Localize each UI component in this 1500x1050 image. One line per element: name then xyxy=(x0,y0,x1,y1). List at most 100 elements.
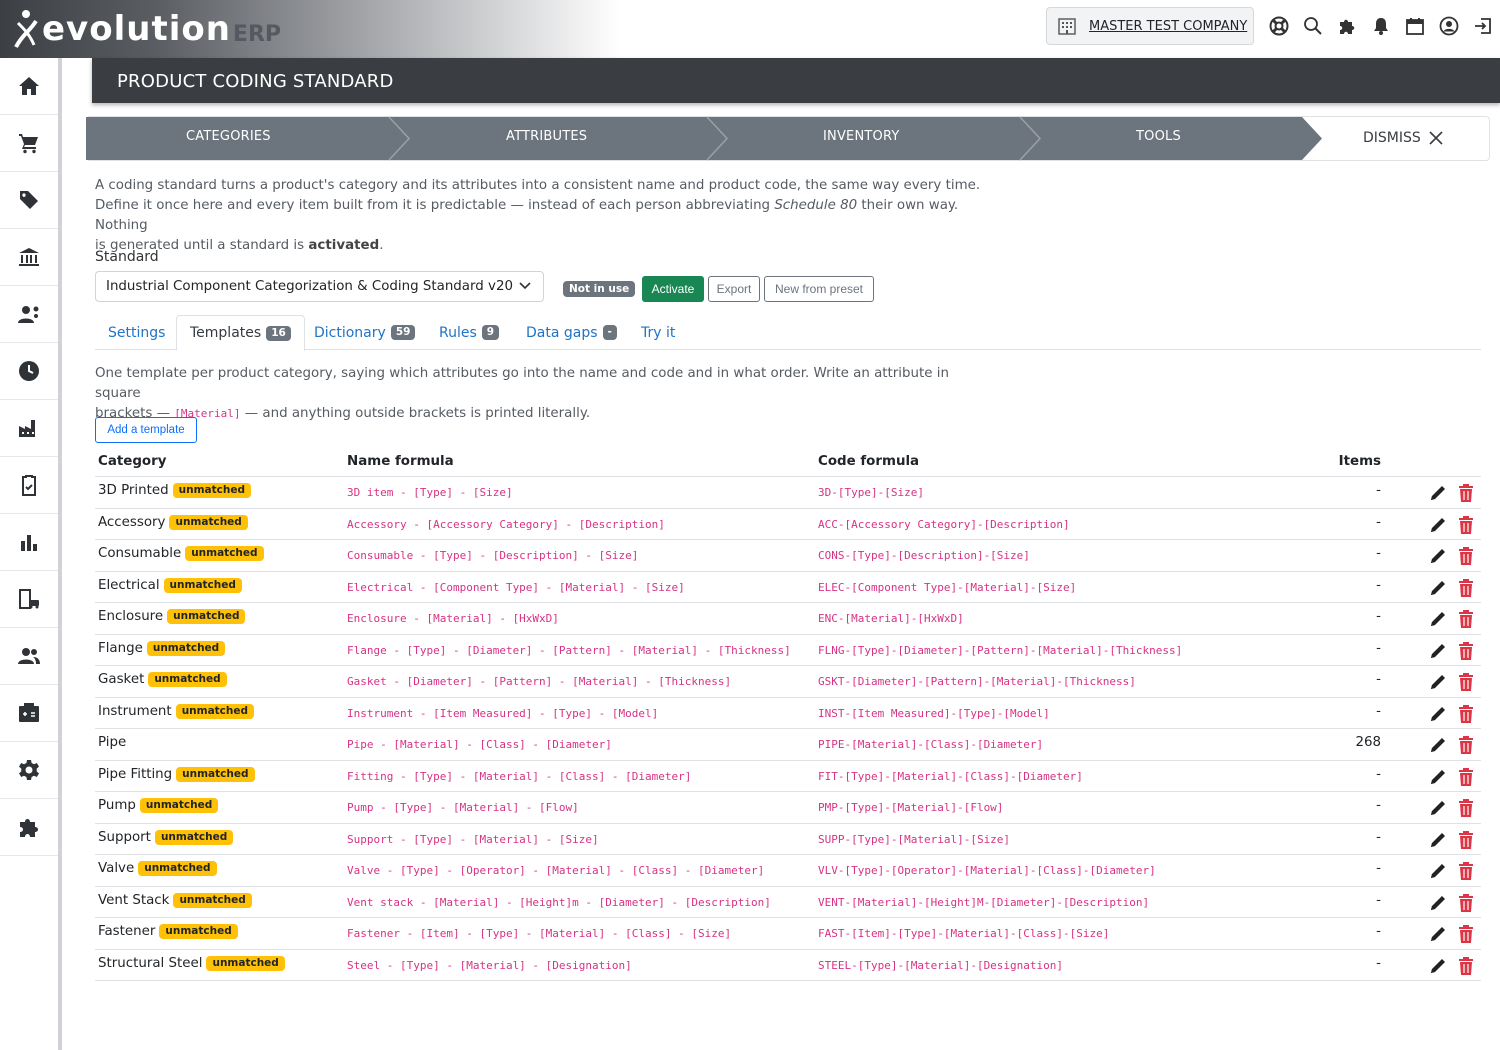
delete-trash-icon[interactable] xyxy=(1457,893,1475,913)
table-row[interactable]: Accessory unmatched Accessory - [Accessor… xyxy=(95,509,1481,540)
delete-trash-icon[interactable] xyxy=(1457,956,1475,976)
edit-pencil-icon[interactable] xyxy=(1428,861,1448,881)
lifebuoy-icon[interactable] xyxy=(1262,14,1296,38)
dna-logo-icon xyxy=(14,10,38,48)
table-row[interactable]: Pipe Pipe - [Material] - [Class] - [Diam… xyxy=(95,729,1481,761)
tab-settings[interactable]: Settings xyxy=(108,315,165,350)
calendar-icon[interactable] xyxy=(1398,14,1432,38)
delete-trash-icon[interactable] xyxy=(1457,704,1475,724)
step-tools[interactable]: TOOLS xyxy=(1136,129,1181,144)
step-categories[interactable]: CATEGORIES xyxy=(186,129,271,144)
table-row[interactable]: Fastener unmatched Fastener - [Item] - [T… xyxy=(95,918,1481,950)
step-inventory[interactable]: INVENTORY xyxy=(823,129,900,144)
user-circle-icon[interactable] xyxy=(1432,14,1466,38)
edit-pencil-icon[interactable] xyxy=(1428,830,1448,850)
sidebar-item-hr[interactable] xyxy=(0,286,58,343)
table-row[interactable]: Support unmatched Support - [Type] - [Mat… xyxy=(95,824,1481,855)
sidebar-item-products[interactable] xyxy=(0,172,58,229)
delete-trash-icon[interactable] xyxy=(1457,546,1475,566)
table-row[interactable]: Electrical unmatched Electrical - [Compon… xyxy=(95,572,1481,603)
delete-trash-icon[interactable] xyxy=(1457,609,1475,629)
delete-trash-icon[interactable] xyxy=(1457,924,1475,944)
col-items[interactable]: Items xyxy=(1339,454,1381,469)
sidebar-item-accounting[interactable] xyxy=(0,685,58,742)
company-selector[interactable]: MASTER TEST COMPANY xyxy=(1046,7,1254,45)
col-category[interactable]: Category xyxy=(98,454,166,469)
tab-try-it[interactable]: Try it xyxy=(641,315,675,350)
table-row[interactable]: Valve unmatched Valve - [Type] - [Operato… xyxy=(95,855,1481,887)
bell-icon[interactable] xyxy=(1364,14,1398,38)
delete-trash-icon[interactable] xyxy=(1457,767,1475,787)
delete-trash-icon[interactable] xyxy=(1457,672,1475,692)
step-attributes[interactable]: ATTRIBUTES xyxy=(506,129,587,144)
sidebar-item-fleet[interactable] xyxy=(0,571,58,628)
delete-trash-icon[interactable] xyxy=(1457,861,1475,881)
sidebar-item-tasks[interactable] xyxy=(0,457,58,514)
code-formula-cell: FAST-[Item]-[Type]-[Material]-[Class]-[S… xyxy=(818,927,1110,940)
delete-trash-icon[interactable] xyxy=(1457,830,1475,850)
items-count-cell: - xyxy=(1376,640,1381,656)
edit-pencil-icon[interactable] xyxy=(1428,609,1448,629)
dismiss-button[interactable]: DISMISS xyxy=(1363,130,1443,146)
edit-pencil-icon[interactable] xyxy=(1428,956,1448,976)
edit-pencil-icon[interactable] xyxy=(1428,641,1448,661)
tab-data-gaps[interactable]: Data gaps - xyxy=(526,315,617,350)
table-row[interactable]: Enclosure unmatched Enclosure - [Material… xyxy=(95,603,1481,635)
table-row[interactable]: Pipe Fitting unmatched Fitting - [Type] -… xyxy=(95,761,1481,792)
unmatched-badge: unmatched xyxy=(138,861,217,876)
tab-rules[interactable]: Rules 9 xyxy=(439,315,500,350)
edit-pencil-icon[interactable] xyxy=(1428,578,1448,598)
export-button[interactable]: Export xyxy=(708,276,760,302)
tab-templates[interactable]: Templates 16 xyxy=(176,315,305,351)
new-from-preset-button[interactable]: New from preset xyxy=(764,276,874,302)
activate-button[interactable]: Activate xyxy=(642,276,704,302)
table-row[interactable]: Consumable unmatched Consumable - [Type] … xyxy=(95,540,1481,572)
table-row[interactable]: Vent Stack unmatched Vent stack - [Materi… xyxy=(95,887,1481,918)
sidebar-item-home[interactable] xyxy=(0,58,58,115)
edit-pencil-icon[interactable] xyxy=(1428,672,1448,692)
edit-pencil-icon[interactable] xyxy=(1428,515,1448,535)
table-row[interactable]: Pump unmatched Pump - [Type] - [Material]… xyxy=(95,792,1481,824)
sidebar-item-extensions[interactable] xyxy=(0,799,58,856)
delete-trash-icon[interactable] xyxy=(1457,641,1475,661)
delete-trash-icon[interactable] xyxy=(1457,735,1475,755)
sidebar-item-manufacturing[interactable] xyxy=(0,400,58,457)
edit-pencil-icon[interactable] xyxy=(1428,893,1448,913)
templates-intro-line-2: brackets — [Material] — and anything out… xyxy=(95,406,591,421)
table-row[interactable]: Instrument unmatched Instrument - [Item M… xyxy=(95,698,1481,729)
sidebar-item-banking[interactable] xyxy=(0,229,58,286)
tab-dictionary[interactable]: Dictionary 59 xyxy=(314,315,416,350)
edit-pencil-icon[interactable] xyxy=(1428,704,1448,724)
sidebar-item-settings[interactable] xyxy=(0,742,58,799)
edit-pencil-icon[interactable] xyxy=(1428,483,1448,503)
add-template-button[interactable]: Add a template xyxy=(95,417,197,443)
category-name: Pipe xyxy=(98,735,127,750)
table-row[interactable]: Flange unmatched Flange - [Type] - [Diame… xyxy=(95,635,1481,666)
table-row[interactable]: Structural Steel unmatched Steel - [Type]… xyxy=(95,950,1481,981)
name-formula-cell: Electrical - [Component Type] - [Materia… xyxy=(347,580,685,594)
delete-trash-icon[interactable] xyxy=(1457,798,1475,818)
edit-pencil-icon[interactable] xyxy=(1428,735,1448,755)
col-code-formula[interactable]: Code formula xyxy=(818,454,919,469)
delete-trash-icon[interactable] xyxy=(1457,483,1475,503)
edit-pencil-icon[interactable] xyxy=(1428,924,1448,944)
sidebar-item-reports[interactable] xyxy=(0,514,58,571)
table-row[interactable]: 3D Printed unmatched 3D item - [Type] - [… xyxy=(95,477,1481,509)
edit-pencil-icon[interactable] xyxy=(1428,546,1448,566)
puzzle-icon[interactable] xyxy=(1330,14,1364,38)
edit-pencil-icon[interactable] xyxy=(1428,767,1448,787)
app-logo[interactable]: evolution ERP xyxy=(12,8,281,50)
delete-trash-icon[interactable] xyxy=(1457,578,1475,598)
delete-trash-icon[interactable] xyxy=(1457,515,1475,535)
edit-pencil-icon[interactable] xyxy=(1428,798,1448,818)
sidebar-item-time[interactable] xyxy=(0,343,58,400)
category-cell: Valve unmatched xyxy=(98,861,217,876)
table-row[interactable]: Gasket unmatched Gasket - [Diameter] - [P… xyxy=(95,666,1481,698)
search-icon[interactable] xyxy=(1296,14,1330,38)
sidebar-item-contacts[interactable] xyxy=(0,628,58,685)
col-name-formula[interactable]: Name formula xyxy=(347,454,454,469)
standard-select[interactable]: Industrial Component Categorization & Co… xyxy=(95,271,544,302)
sidebar-item-sales[interactable] xyxy=(0,115,58,172)
logout-icon[interactable] xyxy=(1466,14,1500,38)
unmatched-badge: unmatched xyxy=(206,955,285,971)
